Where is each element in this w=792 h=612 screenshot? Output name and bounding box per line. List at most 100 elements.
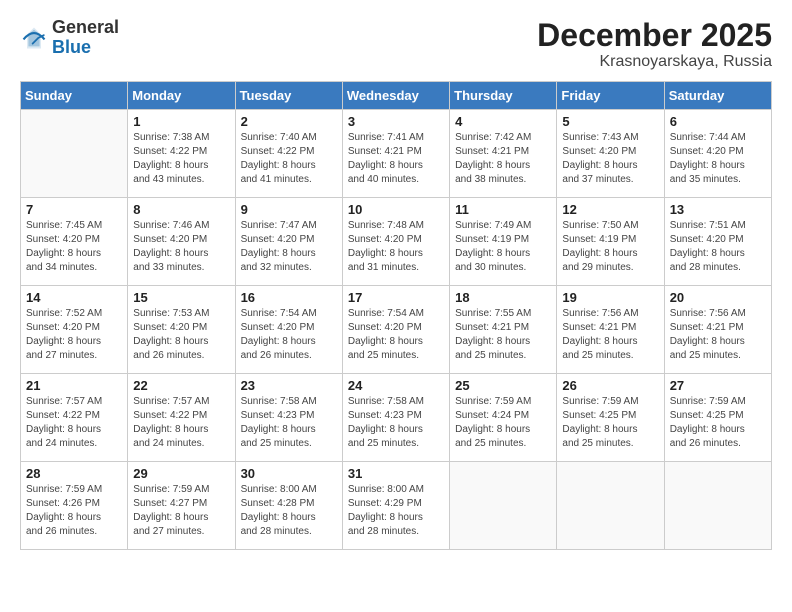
table-row: 6 Sunrise: 7:44 AM Sunset: 4:20 PM Daylig… xyxy=(664,110,771,198)
day-info: Sunrise: 7:49 AM Sunset: 4:19 PM Dayligh… xyxy=(455,219,551,275)
day-number: 27 xyxy=(670,378,766,393)
day-info: Sunrise: 7:59 AM Sunset: 4:25 PM Dayligh… xyxy=(670,395,766,451)
day-number: 12 xyxy=(562,202,658,217)
calendar-week-row: 7Sunrise: 7:45 AM Sunset: 4:20 PM Daylig… xyxy=(21,198,772,286)
day-number: 14 xyxy=(26,290,122,305)
day-info: Sunrise: 7:41 AM Sunset: 4:21 PM Dayligh… xyxy=(348,131,444,187)
day-number: 7 xyxy=(26,202,122,217)
table-row xyxy=(450,462,557,550)
header-monday: Monday xyxy=(128,82,235,110)
header-saturday: Saturday xyxy=(664,82,771,110)
day-number: 29 xyxy=(133,466,229,481)
table-row xyxy=(21,110,128,198)
page-subtitle: Krasnoyarskaya, Russia xyxy=(537,53,772,71)
table-row: 2 Sunrise: 7:40 AM Sunset: 4:22 PM Daylig… xyxy=(235,110,342,198)
table-row: 10Sunrise: 7:48 AM Sunset: 4:20 PM Dayli… xyxy=(342,198,449,286)
table-row: 19 Sunrise: 7:56 AM Sunset: 4:21 PM Dayli… xyxy=(557,286,664,374)
day-info: Sunrise: 7:56 AM Sunset: 4:21 PM Dayligh… xyxy=(562,307,658,363)
day-number: 8 xyxy=(133,202,229,217)
calendar-table: Sunday Monday Tuesday Wednesday Thursday… xyxy=(20,81,772,550)
table-row: 31 Sunrise: 8:00 AM Sunset: 4:29 PM Dayli… xyxy=(342,462,449,550)
table-row: 22 Sunrise: 7:57 AM Sunset: 4:22 PM Dayli… xyxy=(128,374,235,462)
page-container: General Blue December 2025 Krasnoyarskay… xyxy=(0,0,792,612)
header-friday: Friday xyxy=(557,82,664,110)
table-row: 30Sunrise: 8:00 AM Sunset: 4:28 PM Dayli… xyxy=(235,462,342,550)
day-info: Sunrise: 7:47 AM Sunset: 4:20 PM Dayligh… xyxy=(241,219,337,275)
day-info: Sunrise: 7:44 AM Sunset: 4:20 PM Dayligh… xyxy=(670,131,766,187)
day-info: Sunrise: 8:00 AM Sunset: 4:28 PM Dayligh… xyxy=(241,483,337,539)
day-info: Sunrise: 7:58 AM Sunset: 4:23 PM Dayligh… xyxy=(348,395,444,451)
day-info: Sunrise: 8:00 AM Sunset: 4:29 PM Dayligh… xyxy=(348,483,444,539)
day-number: 1 xyxy=(133,114,229,129)
day-info: Sunrise: 7:54 AM Sunset: 4:20 PM Dayligh… xyxy=(348,307,444,363)
table-row: 21 Sunrise: 7:57 AM Sunset: 4:22 PM Dayli… xyxy=(21,374,128,462)
table-row: 5 Sunrise: 7:43 AM Sunset: 4:20 PM Daylig… xyxy=(557,110,664,198)
table-row: 29 Sunrise: 7:59 AM Sunset: 4:27 PM Dayli… xyxy=(128,462,235,550)
day-number: 31 xyxy=(348,466,444,481)
table-row: 28 Sunrise: 7:59 AM Sunset: 4:26 PM Dayli… xyxy=(21,462,128,550)
table-row: 13 Sunrise: 7:51 AM Sunset: 4:20 PM Dayli… xyxy=(664,198,771,286)
calendar-week-row: 1 Sunrise: 7:38 AM Sunset: 4:22 PM Daylig… xyxy=(21,110,772,198)
table-row: 4Sunrise: 7:42 AM Sunset: 4:21 PM Daylig… xyxy=(450,110,557,198)
table-row: 25Sunrise: 7:59 AM Sunset: 4:24 PM Dayli… xyxy=(450,374,557,462)
day-info: Sunrise: 7:48 AM Sunset: 4:20 PM Dayligh… xyxy=(348,219,444,275)
day-number: 22 xyxy=(133,378,229,393)
table-row: 26Sunrise: 7:59 AM Sunset: 4:25 PM Dayli… xyxy=(557,374,664,462)
calendar-week-row: 14 Sunrise: 7:52 AM Sunset: 4:20 PM Dayli… xyxy=(21,286,772,374)
header-sunday: Sunday xyxy=(21,82,128,110)
day-number: 11 xyxy=(455,202,551,217)
day-info: Sunrise: 7:57 AM Sunset: 4:22 PM Dayligh… xyxy=(133,395,229,451)
day-info: Sunrise: 7:59 AM Sunset: 4:25 PM Dayligh… xyxy=(562,395,658,451)
day-info: Sunrise: 7:43 AM Sunset: 4:20 PM Dayligh… xyxy=(562,131,658,187)
page-title: December 2025 xyxy=(537,18,772,53)
day-number: 28 xyxy=(26,466,122,481)
day-info: Sunrise: 7:59 AM Sunset: 4:27 PM Dayligh… xyxy=(133,483,229,539)
logo-icon xyxy=(20,24,48,52)
day-info: Sunrise: 7:56 AM Sunset: 4:21 PM Dayligh… xyxy=(670,307,766,363)
day-info: Sunrise: 7:54 AM Sunset: 4:20 PM Dayligh… xyxy=(241,307,337,363)
day-number: 13 xyxy=(670,202,766,217)
table-row: 14 Sunrise: 7:52 AM Sunset: 4:20 PM Dayli… xyxy=(21,286,128,374)
day-number: 5 xyxy=(562,114,658,129)
day-info: Sunrise: 7:50 AM Sunset: 4:19 PM Dayligh… xyxy=(562,219,658,275)
day-info: Sunrise: 7:52 AM Sunset: 4:20 PM Dayligh… xyxy=(26,307,122,363)
calendar-week-row: 21 Sunrise: 7:57 AM Sunset: 4:22 PM Dayli… xyxy=(21,374,772,462)
table-row: 16Sunrise: 7:54 AM Sunset: 4:20 PM Dayli… xyxy=(235,286,342,374)
logo: General Blue xyxy=(20,18,119,58)
day-number: 6 xyxy=(670,114,766,129)
day-number: 18 xyxy=(455,290,551,305)
table-row: 12 Sunrise: 7:50 AM Sunset: 4:19 PM Dayli… xyxy=(557,198,664,286)
header-tuesday: Tuesday xyxy=(235,82,342,110)
table-row xyxy=(557,462,664,550)
day-info: Sunrise: 7:40 AM Sunset: 4:22 PM Dayligh… xyxy=(241,131,337,187)
table-row: 24 Sunrise: 7:58 AM Sunset: 4:23 PM Dayli… xyxy=(342,374,449,462)
day-info: Sunrise: 7:59 AM Sunset: 4:26 PM Dayligh… xyxy=(26,483,122,539)
table-row: 18Sunrise: 7:55 AM Sunset: 4:21 PM Dayli… xyxy=(450,286,557,374)
table-row: 15Sunrise: 7:53 AM Sunset: 4:20 PM Dayli… xyxy=(128,286,235,374)
day-number: 25 xyxy=(455,378,551,393)
table-row: 1 Sunrise: 7:38 AM Sunset: 4:22 PM Daylig… xyxy=(128,110,235,198)
day-number: 19 xyxy=(562,290,658,305)
header-thursday: Thursday xyxy=(450,82,557,110)
table-row: 9 Sunrise: 7:47 AM Sunset: 4:20 PM Daylig… xyxy=(235,198,342,286)
table-row xyxy=(664,462,771,550)
day-number: 21 xyxy=(26,378,122,393)
day-info: Sunrise: 7:38 AM Sunset: 4:22 PM Dayligh… xyxy=(133,131,229,187)
day-number: 3 xyxy=(348,114,444,129)
day-number: 23 xyxy=(241,378,337,393)
day-info: Sunrise: 7:46 AM Sunset: 4:20 PM Dayligh… xyxy=(133,219,229,275)
day-info: Sunrise: 7:42 AM Sunset: 4:21 PM Dayligh… xyxy=(455,131,551,187)
logo-blue-text: Blue xyxy=(52,37,91,57)
table-row: 27 Sunrise: 7:59 AM Sunset: 4:25 PM Dayli… xyxy=(664,374,771,462)
day-number: 2 xyxy=(241,114,337,129)
title-block: December 2025 Krasnoyarskaya, Russia xyxy=(537,18,772,71)
day-info: Sunrise: 7:57 AM Sunset: 4:22 PM Dayligh… xyxy=(26,395,122,451)
table-row: 3 Sunrise: 7:41 AM Sunset: 4:21 PM Daylig… xyxy=(342,110,449,198)
day-info: Sunrise: 7:51 AM Sunset: 4:20 PM Dayligh… xyxy=(670,219,766,275)
day-number: 17 xyxy=(348,290,444,305)
table-row: 7Sunrise: 7:45 AM Sunset: 4:20 PM Daylig… xyxy=(21,198,128,286)
table-row: 23Sunrise: 7:58 AM Sunset: 4:23 PM Dayli… xyxy=(235,374,342,462)
day-number: 9 xyxy=(241,202,337,217)
day-number: 24 xyxy=(348,378,444,393)
header: General Blue December 2025 Krasnoyarskay… xyxy=(20,18,772,71)
